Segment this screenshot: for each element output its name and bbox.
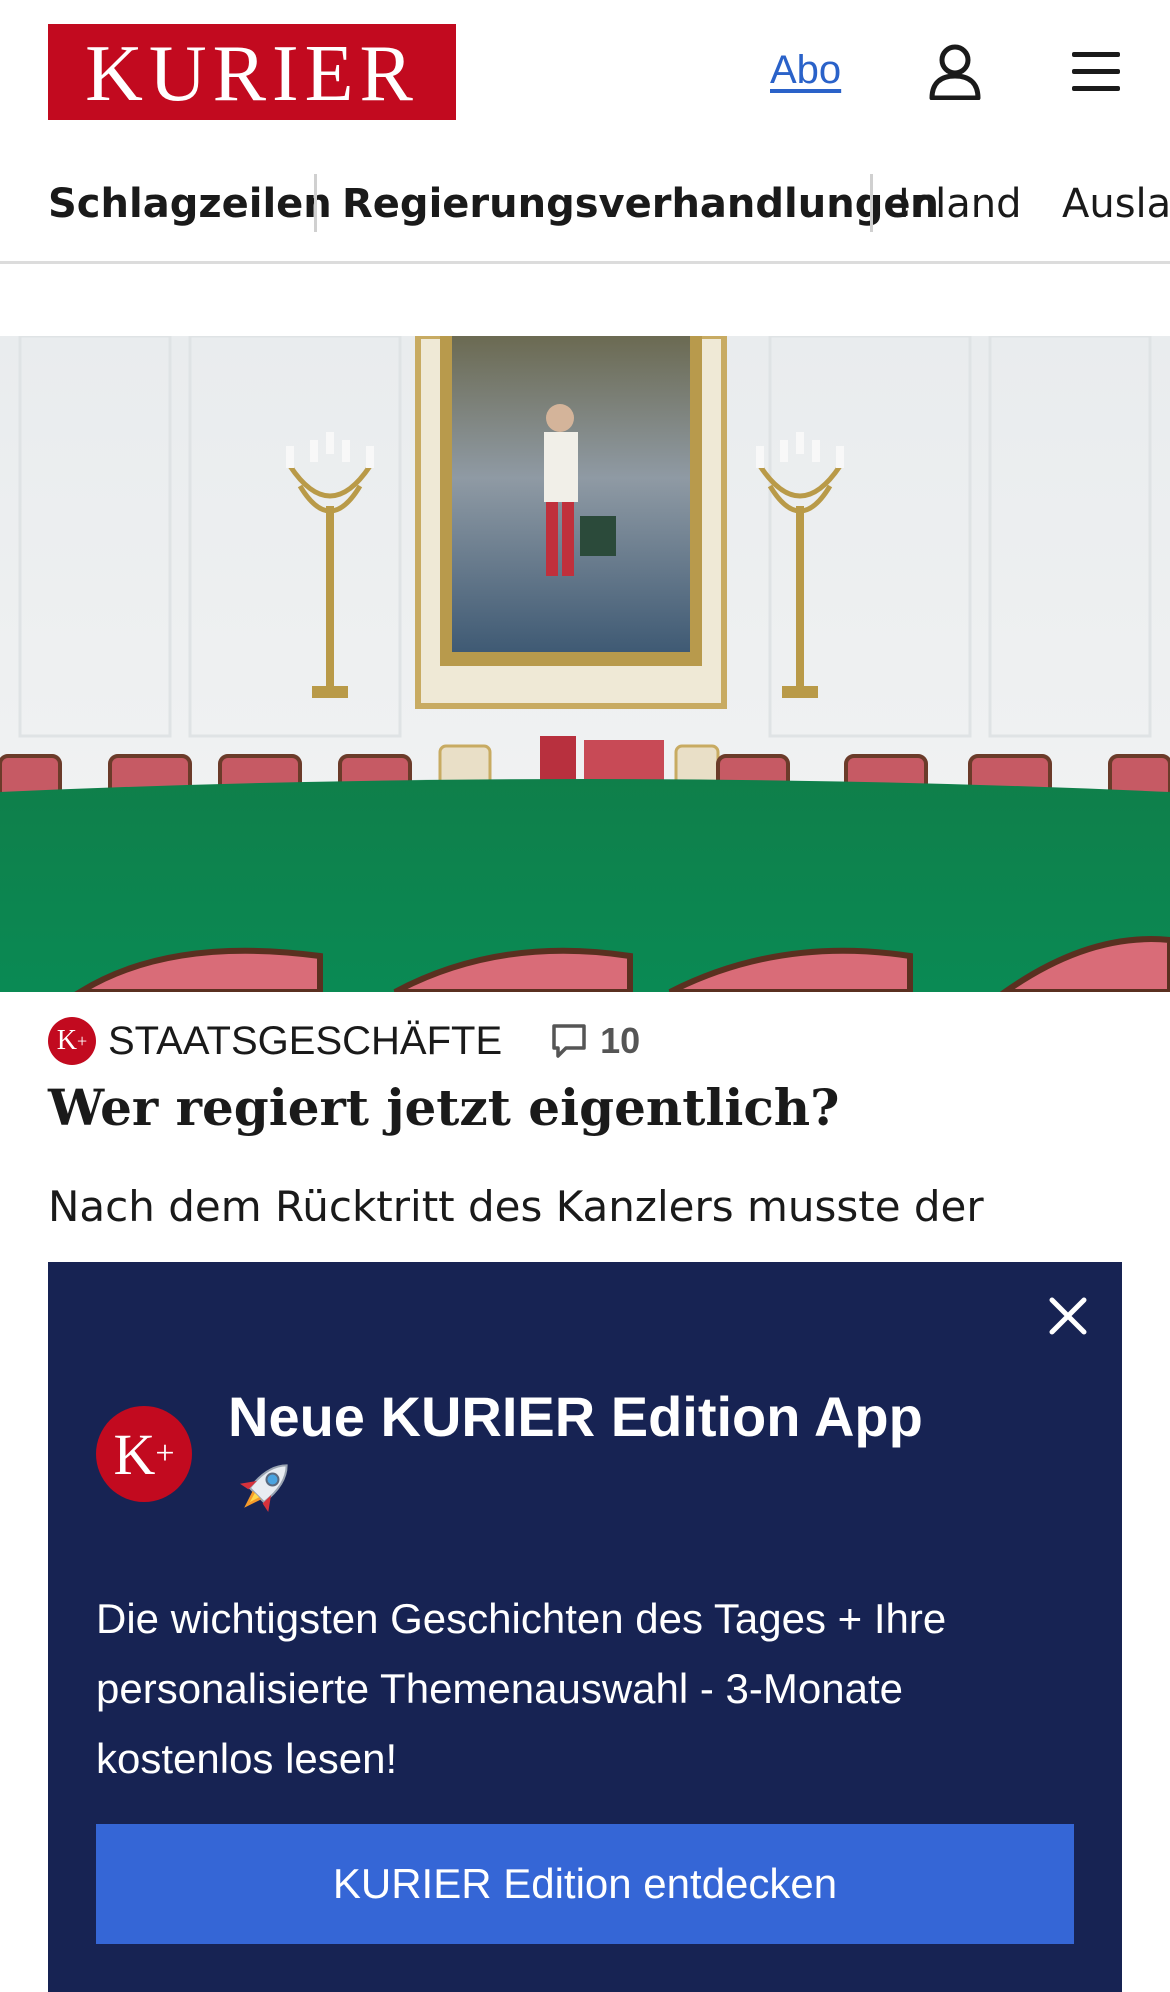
nav-divider — [314, 174, 317, 232]
logo-text: KURIER — [85, 30, 419, 118]
nav-item-schlagzeilen[interactable]: Schlagzeilen — [48, 180, 332, 228]
nav-divider — [870, 174, 873, 232]
kurier-plus-badge-icon: K + — [48, 1017, 96, 1065]
discover-edition-button[interactable]: KURIER Edition entdecken — [96, 1824, 1074, 1944]
article-meta: K + STAATSGESCHÄFTE 10 — [48, 1016, 640, 1066]
article-headline[interactable]: Wer regiert jetzt eigentlich? — [48, 1078, 839, 1137]
nav-item-ausland[interactable]: Ausland — [1062, 180, 1170, 228]
menu-icon[interactable] — [1070, 48, 1122, 94]
comment-count[interactable]: 10 — [600, 1020, 640, 1062]
abo-link[interactable]: Abo — [770, 48, 841, 93]
kurier-logo[interactable]: KURIER — [48, 24, 456, 120]
close-icon[interactable] — [1044, 1292, 1092, 1340]
article-category[interactable]: STAATSGESCHÄFTE — [108, 1019, 502, 1064]
section-nav: Schlagzeilen Regierungsverhandlungen Inl… — [0, 160, 1170, 264]
user-icon[interactable] — [928, 44, 982, 100]
site-header: KURIER Abo — [0, 0, 1170, 144]
promo-title: Neue KURIER Edition App — [228, 1385, 923, 1448]
kurier-plus-app-icon: K + — [96, 1406, 192, 1502]
nav-item-inland[interactable]: Inland — [898, 180, 1022, 228]
article-teaser[interactable]: Nach dem Rücktritt des Kanzlers musste d… — [48, 1176, 1128, 1260]
promo-description: Die wichtigsten Geschichten des Tages + … — [96, 1595, 947, 1782]
nav-item-regierungsverhandlungen[interactable]: Regierungsverhandlungen — [342, 180, 939, 228]
article-hero-image[interactable] — [0, 336, 1170, 992]
rocket-icon — [228, 1452, 300, 1524]
comment-icon[interactable] — [550, 1022, 588, 1060]
